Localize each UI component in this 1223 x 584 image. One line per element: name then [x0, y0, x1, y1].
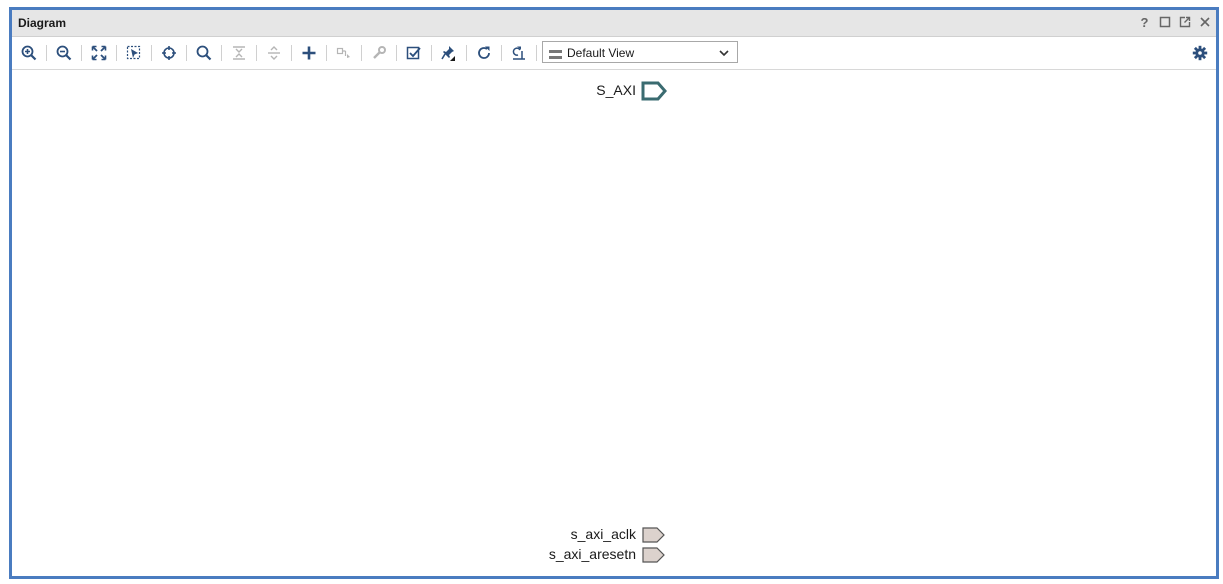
- gear-icon[interactable]: [1190, 42, 1210, 64]
- add-ip-icon[interactable]: [297, 42, 321, 64]
- float-icon[interactable]: [1177, 14, 1192, 30]
- toolbar-separator: [221, 45, 222, 61]
- window-controls: ?: [1137, 14, 1212, 30]
- zoom-fit-icon[interactable]: [87, 42, 111, 64]
- collapse-all-icon[interactable]: [227, 42, 251, 64]
- toolbar-separator: [256, 45, 257, 61]
- toolbar-separator: [326, 45, 327, 61]
- port-label-s-axi-aclk: s_axi_aclk: [570, 526, 636, 542]
- zoom-out-icon[interactable]: [52, 42, 76, 64]
- port-label-s-axi: S_AXI: [596, 82, 636, 98]
- diagram-canvas[interactable]: S_AXI s_axi_aclk s_axi_aresetn: [12, 70, 1216, 576]
- view-select-dropdown[interactable]: Default View: [542, 41, 738, 63]
- port-label-s-axi-aresetn: s_axi_aresetn: [548, 546, 636, 562]
- crosshair-icon[interactable]: [157, 42, 181, 64]
- reset-port-s-axi-aresetn[interactable]: [642, 547, 666, 564]
- view-list-icon: [549, 47, 562, 65]
- zoom-selection-icon[interactable]: [122, 42, 146, 64]
- help-icon[interactable]: ?: [1137, 14, 1152, 30]
- toolbar-separator: [46, 45, 47, 61]
- zoom-in-icon[interactable]: [17, 42, 41, 64]
- toolbar-separator: [361, 45, 362, 61]
- title-bar: Diagram ?: [12, 10, 1216, 37]
- clock-port-s-axi-aclk[interactable]: [642, 527, 666, 544]
- diagram-toolbar: Default View: [12, 37, 1216, 70]
- toolbar-separator: [536, 45, 537, 61]
- toolbar-separator: [291, 45, 292, 61]
- chevron-down-icon: [718, 46, 730, 64]
- toolbar-separator: [116, 45, 117, 61]
- pin-icon[interactable]: [437, 42, 461, 64]
- toolbar-separator: [466, 45, 467, 61]
- interface-port-s-axi[interactable]: [641, 81, 667, 101]
- diagram-window: Diagram ? Default View S_AXI s_axi_aclk …: [9, 7, 1219, 579]
- toolbar-separator: [501, 45, 502, 61]
- window-title: Diagram: [18, 16, 67, 30]
- make-connection-icon[interactable]: [332, 42, 356, 64]
- wrench-icon[interactable]: [367, 42, 391, 64]
- maximize-icon[interactable]: [1157, 14, 1172, 30]
- toolbar-separator: [151, 45, 152, 61]
- view-select-value: Default View: [567, 46, 635, 60]
- toolbar-separator: [431, 45, 432, 61]
- search-icon[interactable]: [192, 42, 216, 64]
- toolbar-separator: [186, 45, 187, 61]
- validate-design-icon[interactable]: [402, 42, 426, 64]
- regenerate-layout-icon[interactable]: [507, 42, 531, 64]
- expand-all-icon[interactable]: [262, 42, 286, 64]
- close-icon[interactable]: [1197, 14, 1212, 30]
- refresh-icon[interactable]: [472, 42, 496, 64]
- toolbar-separator: [396, 45, 397, 61]
- toolbar-separator: [81, 45, 82, 61]
